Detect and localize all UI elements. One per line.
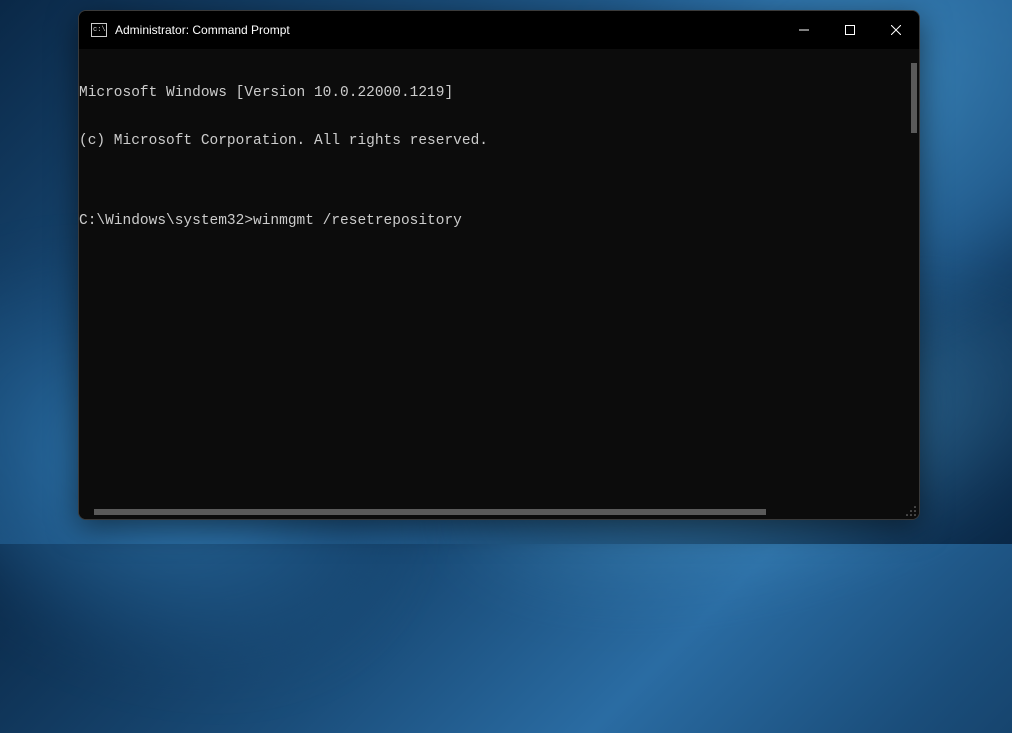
cmd-icon: c:\ [91, 23, 107, 37]
prompt-path: C:\Windows\system32> [79, 213, 253, 229]
prompt-line: C:\Windows\system32>winmgmt /resetreposi… [79, 213, 919, 229]
close-icon [891, 25, 901, 35]
maximize-button[interactable] [827, 11, 873, 49]
maximize-icon [845, 25, 855, 35]
vertical-scrollbar[interactable] [911, 63, 917, 133]
resize-grip-icon[interactable] [905, 505, 917, 517]
window-title: Administrator: Command Prompt [115, 23, 290, 37]
close-button[interactable] [873, 11, 919, 49]
terminal-body[interactable]: Microsoft Windows [Version 10.0.22000.12… [79, 49, 919, 519]
output-line: (c) Microsoft Corporation. All rights re… [79, 133, 919, 149]
output-line: Microsoft Windows [Version 10.0.22000.12… [79, 85, 919, 101]
horizontal-scrollbar-thumb[interactable] [94, 509, 766, 515]
minimize-button[interactable] [781, 11, 827, 49]
window-controls [781, 11, 919, 49]
minimize-icon [799, 25, 809, 35]
command-prompt-window: c:\ Administrator: Command Prompt [78, 10, 920, 520]
titlebar[interactable]: c:\ Administrator: Command Prompt [79, 11, 919, 49]
typed-command: winmgmt /resetrepository [253, 213, 462, 229]
horizontal-scrollbar-track[interactable] [94, 509, 894, 515]
terminal-output: Microsoft Windows [Version 10.0.22000.12… [79, 53, 919, 261]
